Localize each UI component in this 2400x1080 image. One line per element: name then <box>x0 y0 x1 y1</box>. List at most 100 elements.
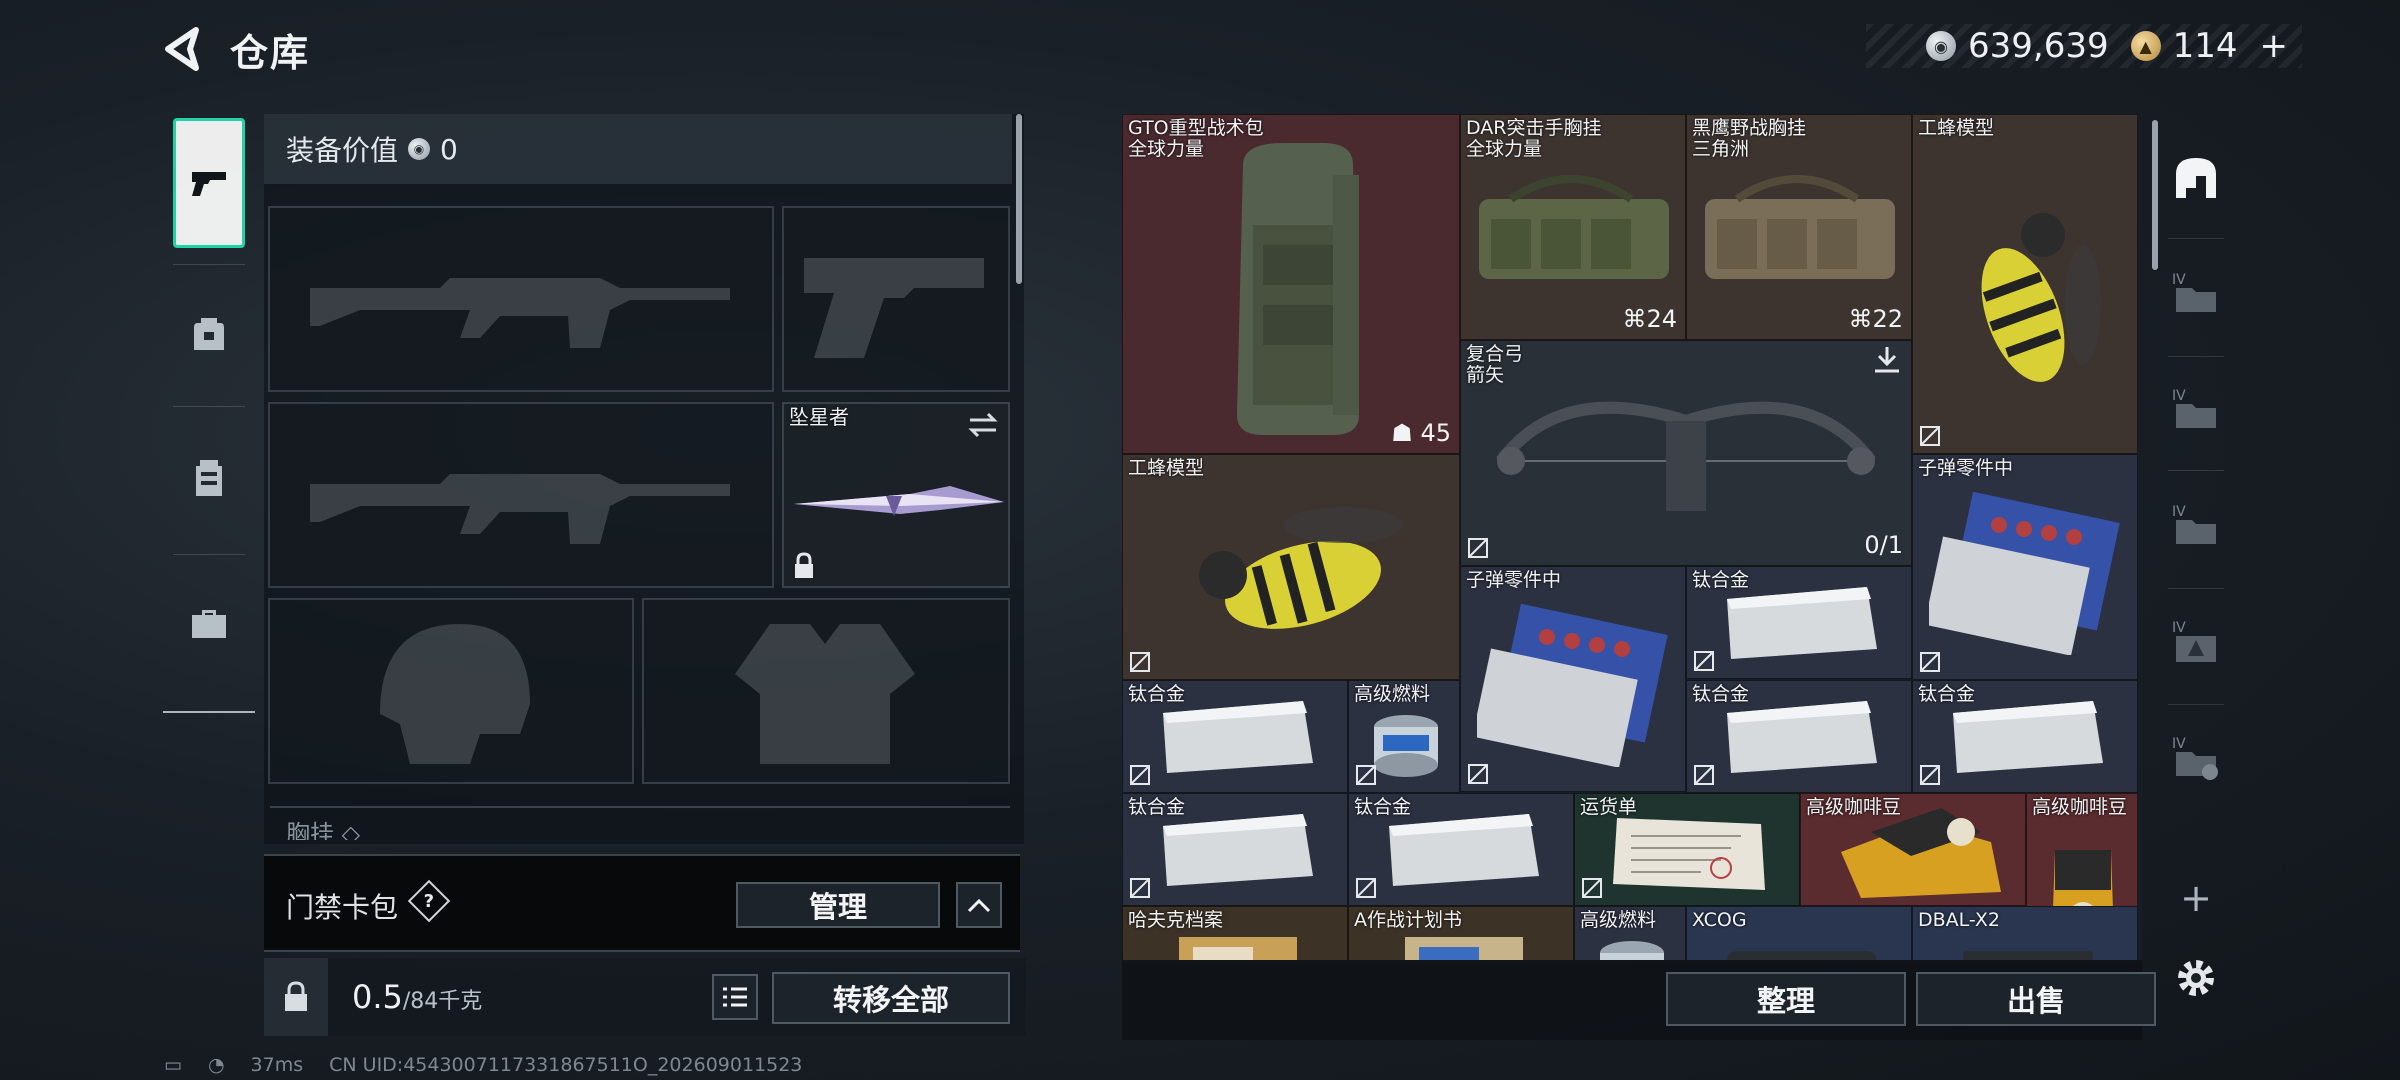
storage-item[interactable]: 运货单 <box>1574 793 1800 906</box>
storage-item[interactable]: 高级燃料 <box>1574 906 1686 960</box>
storage-item[interactable]: 高级燃料 <box>1348 680 1460 793</box>
nav-storage-4[interactable]: IV <box>2160 592 2232 692</box>
storage-item[interactable]: 工蜂模型 <box>1122 454 1460 680</box>
nav-backpack[interactable] <box>173 268 245 398</box>
item-name: 运货单 <box>1580 796 1638 818</box>
item-name: DBAL-X2 <box>1918 909 2000 931</box>
item-count: ⌘22 <box>1848 305 1903 333</box>
svg-text:IV: IV <box>2172 736 2186 752</box>
lock-icon <box>285 981 307 1011</box>
storage-item[interactable]: 高级咖啡豆 <box>1800 793 2026 906</box>
storage-item[interactable]: 复合弓 箭矢 0/1 <box>1460 340 1912 566</box>
scope-icon <box>1727 951 1877 960</box>
armor-slot[interactable] <box>642 598 1010 784</box>
gear-icon <box>2178 960 2214 996</box>
nav-storage-1[interactable]: IV <box>2160 244 2232 344</box>
storage-item[interactable]: 工蜂模型 <box>1912 114 2138 454</box>
compound-bow-icon <box>1496 401 1876 511</box>
laser-device-icon <box>1963 951 2093 960</box>
document-folder-icon <box>1179 937 1297 960</box>
weight-max: /84千克 <box>402 989 483 1014</box>
add-currency-button[interactable]: + <box>2260 26 2289 66</box>
item-name: A作战计划书 <box>1354 909 1462 931</box>
no-tag-icon <box>1694 651 1714 671</box>
storage-item[interactable]: 钛合金 <box>1122 793 1348 906</box>
no-tag-icon <box>1130 878 1150 898</box>
storage-item[interactable]: GTO重型战术包 全球力量 ☗ 45 <box>1122 114 1460 454</box>
wifi-icon: ◔ <box>207 1054 225 1076</box>
collapse-button[interactable] <box>956 882 1002 928</box>
storage-iv-warning-icon: IV <box>2172 620 2216 662</box>
storage-item[interactable]: 钛合金 <box>1912 680 2138 793</box>
settings-button[interactable] <box>2160 928 2232 1028</box>
secondary-weapon-slot[interactable] <box>782 206 1010 392</box>
item-name: 子弹零件中 <box>1466 569 1562 591</box>
primary-weapon-slot[interactable] <box>268 206 774 392</box>
equipment-value-label: 装备价值 <box>286 134 399 167</box>
storage-item[interactable]: 钛合金 <box>1686 566 1912 679</box>
nav-vest[interactable] <box>173 412 245 542</box>
download-icon[interactable] <box>1873 345 1901 375</box>
no-tag-icon <box>1356 765 1376 785</box>
fuel-can-icon <box>1374 715 1438 777</box>
weight-value: 0.5 <box>352 978 403 1016</box>
nav-storage-3[interactable]: IV <box>2160 476 2232 576</box>
lock-icon <box>795 552 813 578</box>
item-count: 0/1 <box>1864 531 1903 559</box>
nav-storage-5[interactable]: IV <box>2160 708 2232 808</box>
storage-item[interactable]: A作战计划书 <box>1348 906 1574 960</box>
nav-weapons[interactable] <box>173 118 245 248</box>
armor-silhouette-icon <box>735 624 915 764</box>
melee-weapon-slot[interactable]: 坠星者 <box>782 402 1010 588</box>
silver-coin-icon: ◉ <box>1925 31 1956 61</box>
storage-item[interactable]: 子弹零件中 <box>1460 566 1686 792</box>
svg-text:IV: IV <box>2172 504 2186 520</box>
nav-safehouse[interactable] <box>2160 128 2232 228</box>
storage-item[interactable]: 钛合金 <box>1348 793 1574 906</box>
help-icon[interactable]: ? <box>407 879 451 923</box>
storage-iv-icon-3: IV <box>2172 504 2216 544</box>
storage-item[interactable]: 哈夫克档案 <box>1122 906 1348 960</box>
chest-rig-row[interactable]: 胸挂 ◇ <box>270 806 1010 840</box>
item-name: 钛合金 <box>1918 683 1976 705</box>
primary-weapon-slot-2[interactable] <box>268 402 774 588</box>
titanium-ingot-icon <box>1163 701 1313 773</box>
manage-button[interactable]: 管理 <box>736 882 940 928</box>
no-tag-icon <box>1920 426 1940 446</box>
gold-amount: 114 <box>2172 26 2238 66</box>
user-uid: CN UID:4543007117331867511O_202609011523 <box>329 1054 803 1076</box>
storage-item[interactable]: XCOG <box>1686 906 1912 960</box>
storage-item[interactable]: 黑鹰野战胸挂 三角洲 ⌘22 <box>1686 114 1912 340</box>
storage-item[interactable]: 钛合金 <box>1122 680 1348 793</box>
item-name: 钛合金 <box>1692 569 1750 591</box>
transfer-all-button[interactable]: 转移全部 <box>772 972 1010 1024</box>
equipment-value: 0 <box>440 132 458 166</box>
carry-weight: 0.5/84千克 <box>352 978 482 1016</box>
sell-button[interactable]: 出售 <box>1916 972 2156 1026</box>
silver-amount: 639,639 <box>1967 26 2109 66</box>
svg-text:IV: IV <box>2172 272 2186 288</box>
item-name: DAR突击手胸挂 全球力量 <box>1466 117 1602 160</box>
bullet-parts-icon <box>1477 603 1668 767</box>
storage-action-bar: 整理 出售 <box>1122 962 2156 1040</box>
storage-iv-icon-1: IV <box>2172 272 2216 312</box>
storage-item[interactable]: 子弹零件中 <box>1912 454 2138 680</box>
equipment-scrollbar[interactable] <box>1016 114 1022 284</box>
storage-item[interactable]: DAR突击手胸挂 全球力量 ⌘24 <box>1460 114 1686 340</box>
helmet-slot[interactable] <box>268 598 634 784</box>
storage-panel: GTO重型战术包 全球力量 ☗ 45 DAR突击手胸挂 全球力量 ⌘24 黑鹰野战胸… <box>1122 114 2158 962</box>
document-icon <box>1405 937 1523 960</box>
sort-button[interactable]: 整理 <box>1666 972 1906 1026</box>
equipment-panel: 装备价值 ◉ 0 坠星者 胸挂 ◇ <box>264 114 1024 844</box>
nav-toolbox[interactable] <box>173 558 245 688</box>
list-view-button[interactable] <box>712 974 758 1020</box>
back-button[interactable] <box>160 24 210 74</box>
no-tag-icon <box>1582 878 1602 898</box>
storage-item[interactable]: 钛合金 <box>1686 680 1912 793</box>
swap-icon[interactable] <box>966 410 1000 440</box>
storage-item[interactable]: DBAL-X2 <box>1912 906 2138 960</box>
no-tag-icon <box>1920 765 1940 785</box>
storage-iv-lock-icon: IV <box>2172 736 2218 780</box>
item-name: 钛合金 <box>1354 796 1412 818</box>
nav-storage-2[interactable]: IV <box>2160 360 2232 460</box>
